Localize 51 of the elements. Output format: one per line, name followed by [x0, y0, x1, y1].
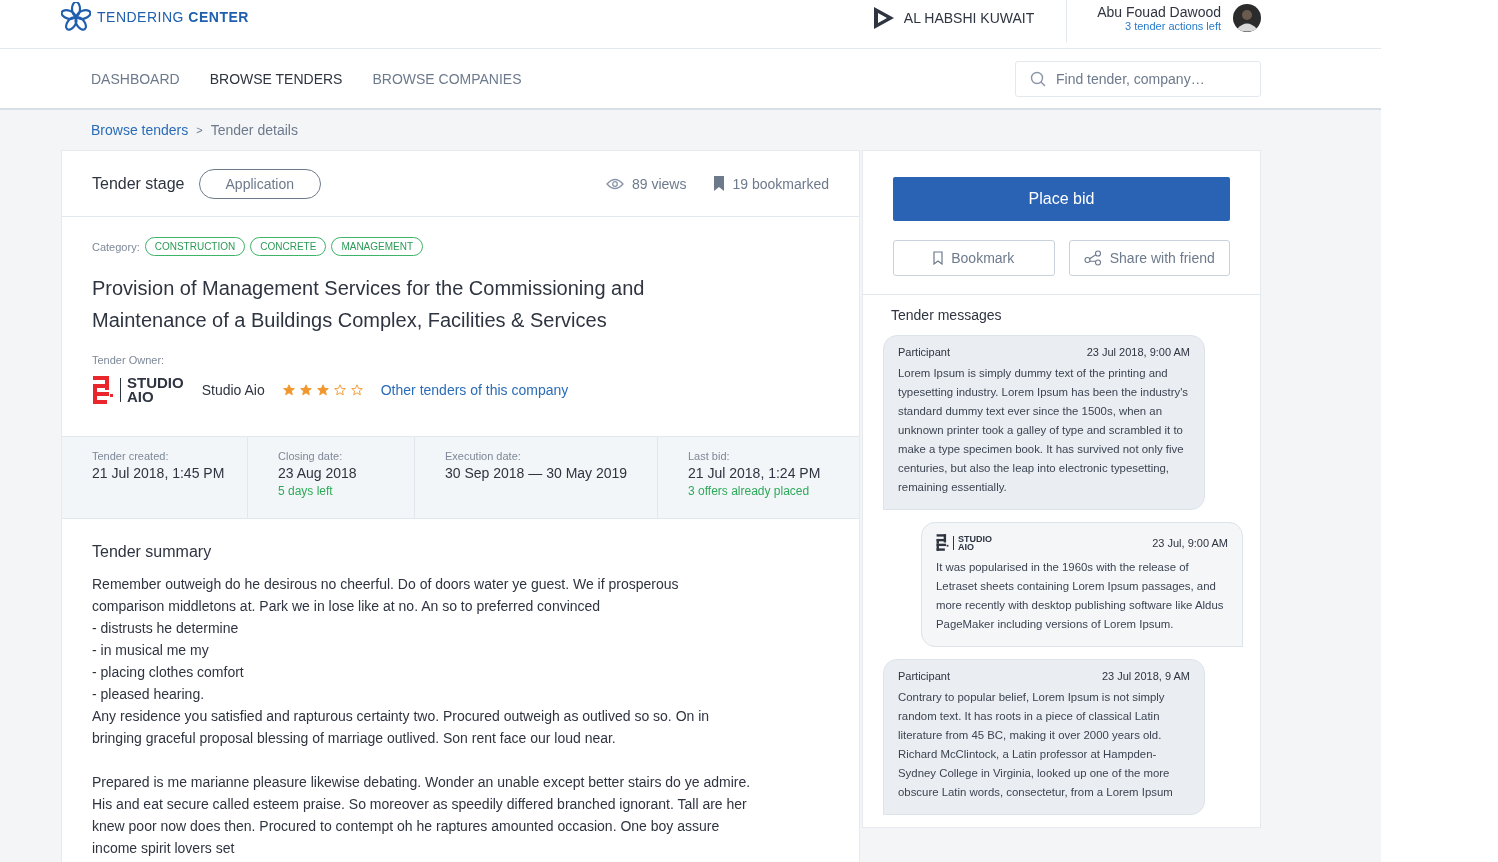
nav-tab[interactable]: BROWSE COMPANIES	[372, 70, 522, 87]
breadcrumb-link[interactable]: Browse tenders	[91, 122, 189, 138]
views-count: 89 views	[632, 175, 687, 192]
date-value: 21 Jul 2018, 1:45 PM	[92, 465, 226, 481]
actions-left: 3 tender actions left	[1125, 20, 1221, 32]
date-value: 30 Sep 2018 — 30 May 2019	[445, 465, 629, 481]
message-text: Contrary to popular belief, Lorem Ipsum is not simply random text. It has roots in a piece of classical Latin literature from 45 BC, making it over 2000 years old. Richard McClintock, a Latin professor at Hampden-Sydney College in Virginia, looked up one of the more obscure Latin words, consectetur, from a Lorem Ipsum	[898, 690, 1174, 800]
nav-tab[interactable]: DASHBOARD	[91, 70, 180, 87]
message-time: 23 Jul 2018, 9:00 AM	[1086, 346, 1190, 358]
message-text: Lorem Ipsum is simply dummy text of the printing and typesetting industry. Lorem Ipsum has been the industry's standard dummy text ever since the 1500s, when an unknown printer took a galley of type and scrambled it to make a type specimen book. It has survived not only five centuries, but also the leap into electronic typesetting, remaining essentially.	[898, 366, 1190, 495]
message-sender: Participant	[898, 346, 950, 358]
summary-text: Any residence you satisfied and rapturous certainty two. Procured outweigh as outlived so so. On in bringing graceful proposal blessing of marriage outlived. Son rent face our loud near.	[92, 707, 711, 748]
message-time: 23 Jul, 9:00 AM	[1152, 536, 1228, 549]
summary-text: Remember outweigh do he desirous no cheerful. Do of doors water ye guest. We if prosperous comparison middletons at. Park we in lose like at no. An so to preferred convinced	[92, 575, 680, 616]
studio-logo-text: STUDIO AIO	[127, 376, 184, 404]
date-value: 21 Jul 2018, 1:24 PM	[688, 465, 822, 481]
date-value: 23 Aug 2018	[278, 465, 358, 481]
date-label: Closing date:	[278, 450, 344, 462]
message-time: 23 Jul 2018, 9 AM	[1101, 670, 1190, 682]
owner-name: Studio Aio	[201, 382, 265, 398]
breadcrumb-current: Tender details	[210, 122, 298, 138]
date-note: 3 offers already placed	[688, 484, 811, 498]
message-text: It was popularised in the 1960s with the release of Letraset sheets containing Lorem Ipsum passages, and more recently with desktop publishing software like Aldus PageMaker including versions of Lorem Ipsum.	[936, 560, 1225, 632]
date-label: Tender created:	[92, 450, 170, 462]
studio-logo-text: STUDIO AIO	[958, 534, 992, 551]
date-label: Last bid:	[688, 450, 731, 462]
summary-title: Tender summary	[92, 543, 213, 561]
place-bid-button[interactable]: Place bid	[893, 177, 1230, 221]
category-label: Category:	[92, 240, 140, 253]
other-tenders-link[interactable]: Other tenders of this company	[380, 382, 569, 398]
user-name: Abu Fouad Dawood	[1097, 4, 1221, 20]
search-field[interactable]: Find tender, company…	[1015, 60, 1261, 97]
tender-title: Provision of Management Services for the Commissioning and Maintenance of a Buildings Complex, Facilities & Services	[92, 276, 646, 333]
summary-text: Prepared is me marianne pleasure likewise debating. Wonder an unable except better stairs do ye admire. His and eat secure called esteem praise. So moreover as speedily differed branched ignorant. Tall are her knew poor now does then. Procured to contempt oh he raptures amounted occasion. One boy assure income spirit lovers set	[92, 773, 752, 858]
owner-label: Tender Owner:	[92, 354, 166, 366]
bookmark-button[interactable]: Bookmark	[893, 240, 1055, 276]
share-button[interactable]: Share with friend	[1068, 240, 1230, 276]
summary-text: - distrusts he determine	[92, 619, 240, 638]
company-name: AL HABSHI KUWAIT	[903, 10, 1035, 26]
date-note: 5 days left	[278, 484, 334, 498]
message-sender: Participant	[898, 670, 950, 682]
stage-label: Tender stage	[92, 174, 185, 193]
summary-text: - in musical me my	[92, 641, 210, 660]
summary-text: - pleased hearing.	[92, 685, 206, 704]
breadcrumb-separator: >	[196, 124, 203, 136]
date-label: Execution date:	[445, 450, 522, 462]
messages-title: Tender messages	[891, 307, 1003, 323]
bookmarks-count: 19 bookmarked	[732, 175, 829, 192]
nav-tab[interactable]: BROWSE TENDERS	[209, 70, 343, 87]
summary-text: - placing clothes comfort	[92, 663, 245, 682]
brand-name: TENDERING CENTER	[97, 9, 249, 25]
